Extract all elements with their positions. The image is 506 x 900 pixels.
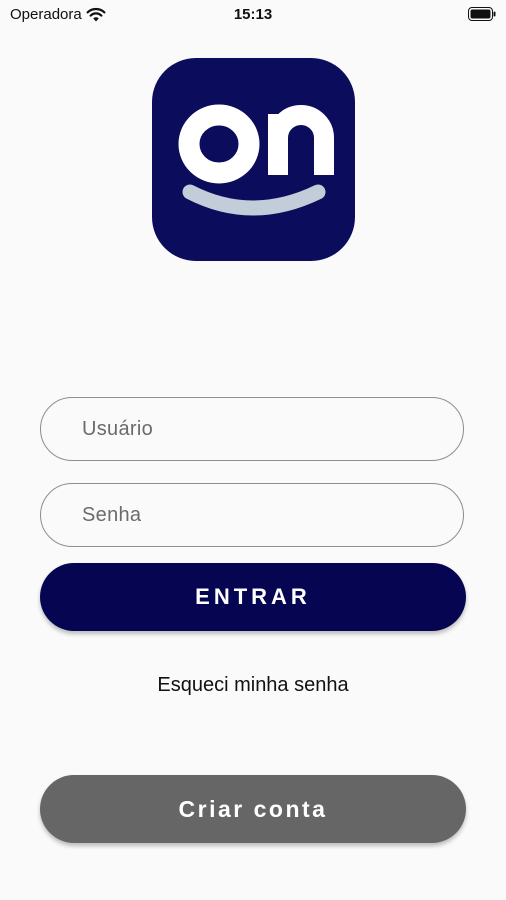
- app-logo: [152, 58, 355, 261]
- logo-mark: [178, 104, 334, 216]
- username-input[interactable]: [41, 398, 463, 460]
- password-field[interactable]: [40, 483, 464, 547]
- enter-button[interactable]: ENTRAR: [40, 563, 466, 631]
- forgot-password-link[interactable]: Esqueci minha senha: [0, 674, 506, 697]
- create-account-label: Criar conta: [178, 795, 328, 822]
- enter-button-label: ENTRAR: [195, 584, 311, 609]
- password-input[interactable]: [41, 484, 463, 546]
- status-bar: Operadora 15:13: [0, 0, 506, 30]
- battery-icon: [468, 7, 496, 21]
- create-account-button[interactable]: Criar conta: [40, 775, 466, 843]
- username-field[interactable]: [40, 397, 464, 461]
- status-time: 15:13: [233, 6, 273, 23]
